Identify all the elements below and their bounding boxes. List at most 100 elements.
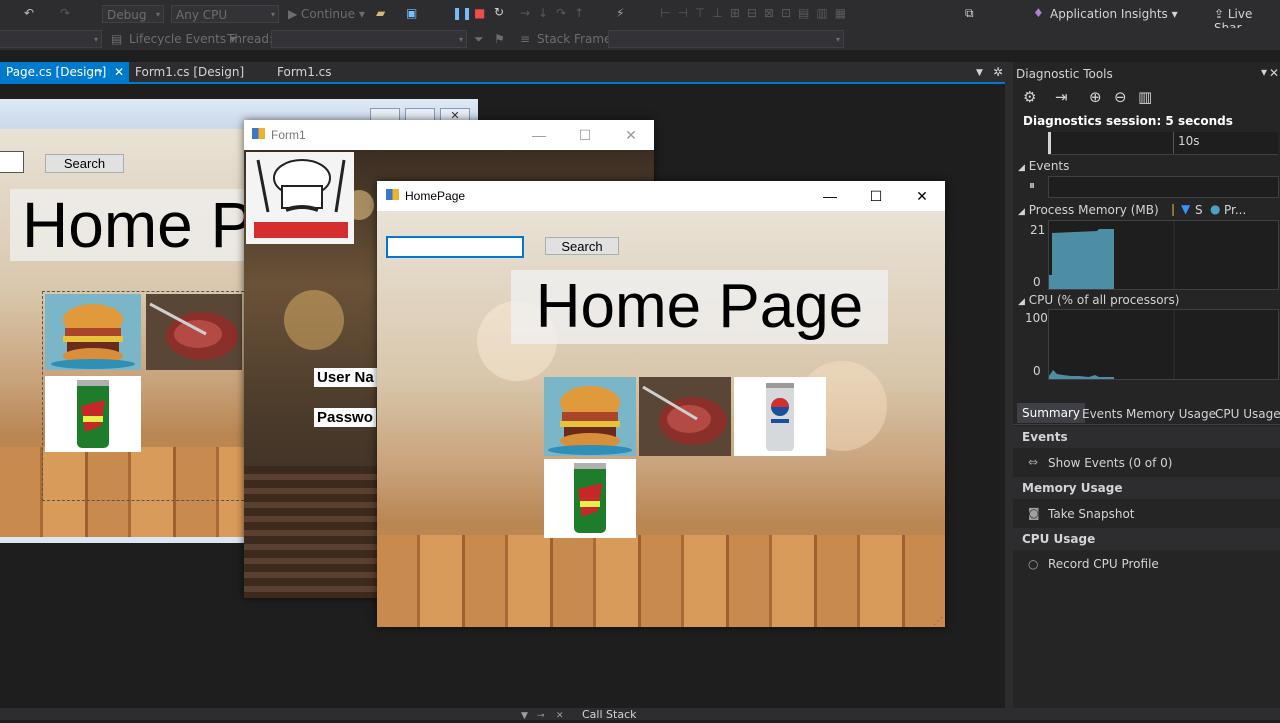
hot-reload-icon[interactable]: ⚡ <box>616 6 624 20</box>
panel-title: Diagnostic Tools <box>1016 67 1113 81</box>
events-graph-header[interactable]: ◢ Events <box>1018 159 1069 173</box>
homepage-window: HomePage — ☐ ✕ Search Home Page ⋰ <box>377 181 945 627</box>
panel-splitter[interactable] <box>1005 62 1013 720</box>
restart-icon[interactable]: ↻ <box>494 5 504 19</box>
screenshot-icon[interactable]: ▣ <box>406 6 417 20</box>
timeline-ruler[interactable]: 10s <box>1048 132 1278 155</box>
bottom-pin-icon[interactable]: ⊸ <box>537 709 545 723</box>
collapse-icon[interactable]: ◢ <box>1018 297 1025 307</box>
memory-axis-min: 0 <box>1033 275 1041 289</box>
burger-image <box>544 377 636 456</box>
form1-title: Form1 <box>271 128 306 142</box>
timeline-tick-label: 10s <box>1178 134 1200 148</box>
panel-close-icon[interactable]: ✕ <box>1269 66 1279 80</box>
reset-zoom-icon[interactable]: ▥ <box>1138 88 1152 106</box>
form-icon <box>386 189 399 200</box>
memory-graph[interactable] <box>1048 220 1279 290</box>
session-duration: Diagnostics session: 5 seconds <box>1023 114 1233 128</box>
call-stack-label[interactable]: Call Stack <box>582 709 636 721</box>
resize-grip-icon[interactable]: ⋰ <box>933 616 943 627</box>
undo-icon[interactable]: ↶ <box>24 6 34 20</box>
close-icon[interactable]: ✕ <box>899 181 945 211</box>
tab-summary[interactable]: Summary <box>1017 403 1085 423</box>
record-cpu-profile-button[interactable]: Record CPU Profile <box>1048 557 1159 571</box>
close-icon[interactable]: ✕ <box>608 120 654 150</box>
step-icons[interactable]: →↓↷↑ <box>520 6 592 20</box>
diagnostic-tools-panel: Diagnostic Tools ▾ ✕ ⚙ ⇥ ⊕ ⊖ ▥ Diagnosti… <box>1013 62 1280 720</box>
collapse-icon[interactable]: ◢ <box>1018 163 1025 173</box>
designer-search-button[interactable]: Search <box>45 154 124 173</box>
gear-icon[interactable]: ⚙ <box>1023 88 1036 106</box>
cpu-series <box>1049 370 1114 379</box>
layout-icon[interactable]: ⧉ <box>965 6 974 20</box>
application-insights-label: Application Insights <box>1050 7 1168 21</box>
pin-icon[interactable]: ⊸ <box>94 62 102 82</box>
tab-settings-icon[interactable]: ✲ <box>993 65 1003 79</box>
configuration-select[interactable]: Debug ▾ <box>102 5 164 23</box>
bottom-close-icon[interactable]: ✕ <box>556 709 564 723</box>
take-snapshot-button[interactable]: Take Snapshot <box>1048 507 1135 521</box>
memory-graph-header[interactable]: ◢ Process Memory (MB) <box>1018 203 1159 217</box>
flag-icon[interactable]: ⚑ <box>494 32 505 46</box>
burger-icon <box>45 294 141 370</box>
process-select[interactable]: ▾ <box>0 30 102 48</box>
redo-icon[interactable]: ↷ <box>60 6 70 20</box>
pepsi-image <box>734 377 826 456</box>
stop-icon[interactable]: ■ <box>474 6 485 20</box>
tab-memory-usage[interactable]: Memory Usage <box>1126 407 1216 421</box>
tab-form1-design[interactable]: Form1.cs [Design] <box>129 62 259 82</box>
pause-icon[interactable]: ❚❚ <box>452 6 472 20</box>
username-label: User Na <box>314 368 377 387</box>
steak-image <box>146 294 242 370</box>
steak-image <box>639 377 731 456</box>
mountain-dew-image <box>45 376 141 452</box>
timeline-cursor[interactable] <box>1048 132 1051 154</box>
search-input[interactable] <box>386 236 524 258</box>
stack-frame-select[interactable]: ▾ <box>608 30 844 48</box>
minimize-icon[interactable]: — <box>516 120 562 150</box>
tab-overflow-icon[interactable]: ▼ <box>976 66 983 80</box>
zoom-in-icon[interactable]: ⊕ <box>1089 88 1102 106</box>
close-icon[interactable]: ✕ <box>114 62 124 82</box>
collapse-icon[interactable]: ◢ <box>1018 207 1025 217</box>
maximize-icon[interactable]: ☐ <box>562 120 608 150</box>
homepage-title: HomePage <box>405 189 466 203</box>
thread-select[interactable]: ▾ <box>271 30 467 48</box>
lightbulb-icon[interactable]: ♦ <box>1033 6 1044 20</box>
homepage-titlebar: HomePage — ☐ ✕ <box>377 181 945 211</box>
tab-form1-cs[interactable]: Form1.cs <box>271 62 351 82</box>
folder-icon[interactable]: ▰ <box>376 6 385 20</box>
steak-icon <box>639 377 731 456</box>
tab-cpu-usage[interactable]: CPU Usage <box>1215 407 1280 421</box>
panel-menu-icon[interactable]: ▾ <box>1261 65 1267 79</box>
bottom-menu-icon[interactable]: ▼ <box>521 709 528 723</box>
private-bytes-icon: ● <box>1210 202 1221 216</box>
tab-events[interactable]: Events <box>1082 407 1123 421</box>
debug-location-toolbar: ▾ ▤ Lifecycle Events ▾ Thread: ▾ ⏷ ⚑ ≡ S… <box>0 28 1280 50</box>
snapshot-marker-icon: ▼ <box>1181 202 1191 216</box>
cpu-graph[interactable] <box>1048 309 1279 380</box>
tab-label: Form1.cs [Design] <box>135 65 245 79</box>
zoom-out-icon[interactable]: ⊖ <box>1114 88 1127 106</box>
export-icon[interactable]: ⇥ <box>1055 88 1068 106</box>
designer-textbox[interactable] <box>0 151 24 173</box>
minimize-icon[interactable]: — <box>807 181 853 211</box>
maximize-icon[interactable]: ☐ <box>853 181 899 211</box>
tab-page-design[interactable]: Page.cs [Design] ⊸ ✕ <box>0 62 129 82</box>
record-icon: ○ <box>1028 557 1039 571</box>
lifecycle-events-icon: ▤ <box>111 32 123 46</box>
lifecycle-events-menu[interactable]: Lifecycle Events ▾ <box>129 32 236 46</box>
show-events-link[interactable]: Show Events (0 of 0) <box>1048 456 1172 470</box>
stack-frame-label: Stack Frame: <box>537 32 616 46</box>
filter-icon[interactable]: ⏷ <box>474 32 484 46</box>
platform-select[interactable]: Any CPU ▾ <box>171 5 279 23</box>
memory-chart-svg <box>1049 221 1175 289</box>
configuration-value: Debug <box>107 8 147 22</box>
application-insights-menu[interactable]: Application Insights ▾ <box>1050 7 1178 21</box>
pause-events-icon[interactable]: ⏸ <box>1029 178 1035 193</box>
form1-titlebar: Form1 — ☐ ✕ <box>244 120 654 150</box>
cpu-graph-header[interactable]: ◢ CPU (% of all processors) <box>1018 293 1179 307</box>
continue-button[interactable]: ▶ Continue ▾ <box>288 7 365 21</box>
search-button[interactable]: Search <box>545 237 619 255</box>
soda-can-icon <box>574 463 606 533</box>
